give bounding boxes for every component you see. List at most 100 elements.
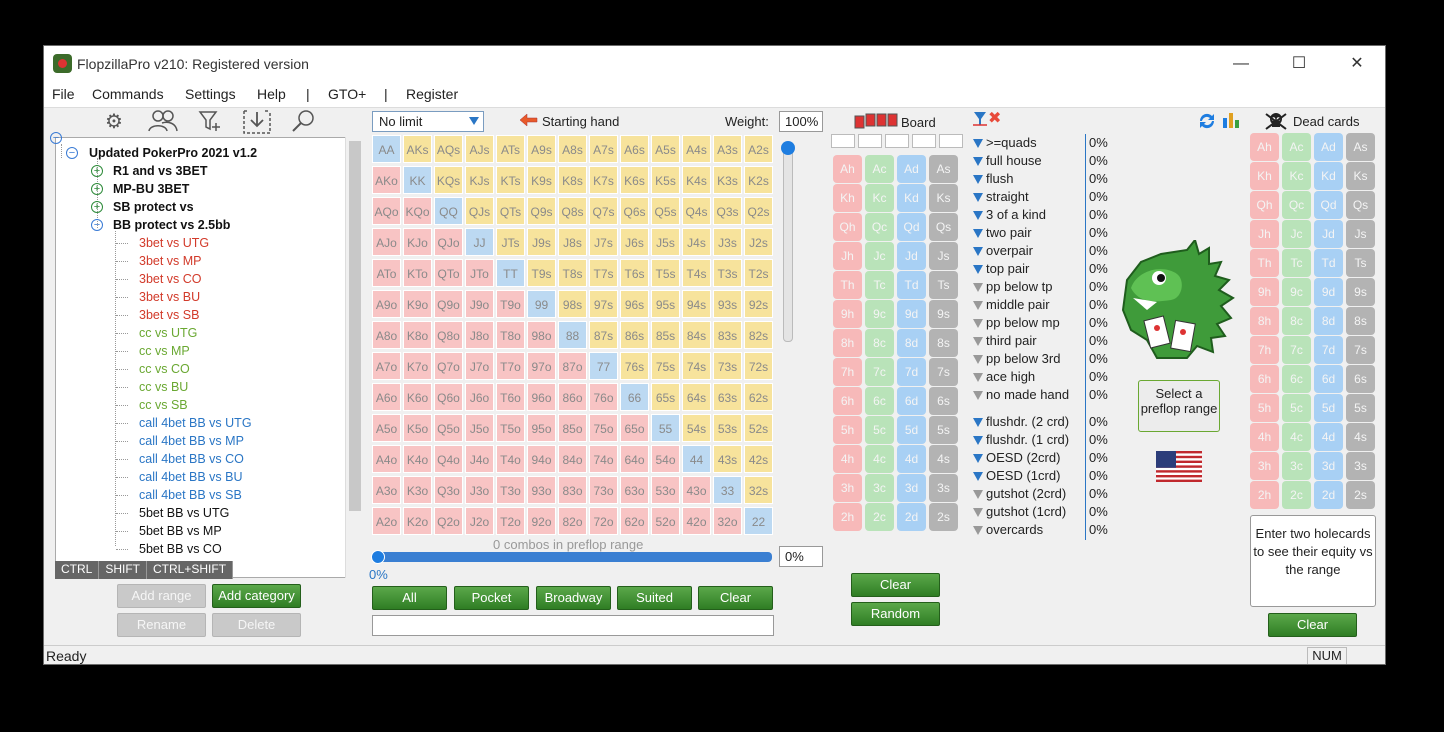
- tree-range-item[interactable]: cc vs MP: [139, 342, 190, 360]
- stat-row[interactable]: overpair: [973, 242, 1033, 260]
- hand-cell-A2s[interactable]: A2s: [744, 135, 773, 163]
- dead-card-4c[interactable]: 4c: [1282, 423, 1311, 451]
- hand-cell-84o[interactable]: 84o: [558, 445, 587, 473]
- maximize-icon[interactable]: ☐: [1287, 54, 1311, 74]
- tree-range-item[interactable]: call 4bet BB vs UTG: [139, 414, 252, 432]
- chart-icon[interactable]: [1222, 112, 1240, 133]
- board-card-5h[interactable]: 5h: [833, 416, 862, 444]
- tree-range-item[interactable]: call 4bet BB vs BU: [139, 468, 243, 486]
- hand-cell-K3o[interactable]: K3o: [403, 476, 432, 504]
- hand-cell-AQo[interactable]: AQo: [372, 197, 401, 225]
- board-card-3h[interactable]: 3h: [833, 474, 862, 502]
- dead-card-8h[interactable]: 8h: [1250, 307, 1279, 335]
- dead-card-2c[interactable]: 2c: [1282, 481, 1311, 509]
- board-card-Th[interactable]: Th: [833, 271, 862, 299]
- tree-range-item[interactable]: call 4bet BB vs CO: [139, 450, 244, 468]
- board-card-Ah[interactable]: Ah: [833, 155, 862, 183]
- tree-root-collapse-icon[interactable]: −: [66, 147, 78, 159]
- hand-cell-J4o[interactable]: J4o: [465, 445, 494, 473]
- dead-card-Jh[interactable]: Jh: [1250, 220, 1279, 248]
- tree-range-item[interactable]: 3bet vs UTG: [139, 234, 209, 252]
- board-card-2h[interactable]: 2h: [833, 503, 862, 531]
- hand-cell-JJ[interactable]: JJ: [465, 228, 494, 256]
- tree-range-item[interactable]: 3bet vs CO: [139, 270, 202, 288]
- hand-cell-T6o[interactable]: T6o: [496, 383, 525, 411]
- hand-cell-92s[interactable]: 92s: [744, 290, 773, 318]
- dead-cards-clear-button[interactable]: Clear: [1268, 613, 1357, 637]
- hand-cell-43o[interactable]: 43o: [682, 476, 711, 504]
- board-card-4h[interactable]: 4h: [833, 445, 862, 473]
- board-card-Qd[interactable]: Qd: [897, 213, 926, 241]
- tree-scrollbar[interactable]: [345, 137, 363, 578]
- filter-toggle-icon[interactable]: [973, 265, 983, 274]
- hand-cell-84s[interactable]: 84s: [682, 321, 711, 349]
- hand-cell-32o[interactable]: 32o: [713, 507, 742, 535]
- hand-cell-K7s[interactable]: K7s: [589, 166, 618, 194]
- hand-cell-97s[interactable]: 97s: [589, 290, 618, 318]
- hand-cell-KQo[interactable]: KQo: [403, 197, 432, 225]
- hand-cell-J5s[interactable]: J5s: [651, 228, 680, 256]
- stat-row[interactable]: overcards: [973, 521, 1043, 539]
- dead-card-5d[interactable]: 5d: [1314, 394, 1343, 422]
- hand-cell-J3s[interactable]: J3s: [713, 228, 742, 256]
- hand-cell-A8o[interactable]: A8o: [372, 321, 401, 349]
- menu-commands[interactable]: Commands: [92, 86, 164, 102]
- hand-cell-T9s[interactable]: T9s: [527, 259, 556, 287]
- board-card-2c[interactable]: 2c: [865, 503, 894, 531]
- hand-cell-62o[interactable]: 62o: [620, 507, 649, 535]
- dead-card-Kc[interactable]: Kc: [1282, 162, 1311, 190]
- stat-row[interactable]: two pair: [973, 224, 1032, 242]
- hand-cell-63o[interactable]: 63o: [620, 476, 649, 504]
- hand-cell-Q8o[interactable]: Q8o: [434, 321, 463, 349]
- dead-card-6s[interactable]: 6s: [1346, 365, 1375, 393]
- hand-cell-62s[interactable]: 62s: [744, 383, 773, 411]
- close-icon[interactable]: ✕: [1345, 54, 1369, 74]
- board-card-9c[interactable]: 9c: [865, 300, 894, 328]
- hand-cell-Q6o[interactable]: Q6o: [434, 383, 463, 411]
- board-card-Ac[interactable]: Ac: [865, 155, 894, 183]
- filter-toggle-icon[interactable]: [973, 175, 983, 184]
- board-card-4s[interactable]: 4s: [929, 445, 958, 473]
- filter-toggle-icon[interactable]: [973, 418, 983, 427]
- board-card-8h[interactable]: 8h: [833, 329, 862, 357]
- board-card-Qh[interactable]: Qh: [833, 213, 862, 241]
- dead-card-Ac[interactable]: Ac: [1282, 133, 1311, 161]
- players-icon[interactable]: [148, 109, 178, 135]
- hand-cell-65o[interactable]: 65o: [620, 414, 649, 442]
- dead-card-Qh[interactable]: Qh: [1250, 191, 1279, 219]
- board-slot[interactable]: [858, 134, 882, 148]
- settings-gear-icon[interactable]: ⚙: [100, 109, 128, 135]
- board-card-Ad[interactable]: Ad: [897, 155, 926, 183]
- stat-row[interactable]: gutshot (2crd): [973, 485, 1066, 503]
- board-slot[interactable]: [912, 134, 936, 148]
- stat-row[interactable]: straight: [973, 188, 1029, 206]
- board-card-3s[interactable]: 3s: [929, 474, 958, 502]
- stat-row[interactable]: >=quads: [973, 134, 1037, 152]
- weight-slider-knob[interactable]: [781, 141, 795, 155]
- delete-button[interactable]: Delete: [212, 613, 301, 637]
- hand-cell-A5s[interactable]: A5s: [651, 135, 680, 163]
- hand-cell-K6s[interactable]: K6s: [620, 166, 649, 194]
- hand-cell-KJs[interactable]: KJs: [465, 166, 494, 194]
- hand-cell-J5o[interactable]: J5o: [465, 414, 494, 442]
- hand-cell-AA[interactable]: AA: [372, 135, 401, 163]
- hand-cell-95o[interactable]: 95o: [527, 414, 556, 442]
- tree-range-item[interactable]: 3bet vs BU: [139, 288, 200, 306]
- suited-button[interactable]: Suited: [617, 586, 692, 610]
- percent-slider-knob[interactable]: [371, 550, 385, 564]
- hand-cell-K4o[interactable]: K4o: [403, 445, 432, 473]
- hand-cell-53s[interactable]: 53s: [713, 414, 742, 442]
- hand-cell-A6o[interactable]: A6o: [372, 383, 401, 411]
- dead-card-Ah[interactable]: Ah: [1250, 133, 1279, 161]
- board-card-6s[interactable]: 6s: [929, 387, 958, 415]
- percent-slider[interactable]: [371, 550, 772, 564]
- hand-cell-Q7s[interactable]: Q7s: [589, 197, 618, 225]
- stat-row[interactable]: third pair: [973, 332, 1037, 350]
- hand-cell-J4s[interactable]: J4s: [682, 228, 711, 256]
- dead-card-Qc[interactable]: Qc: [1282, 191, 1311, 219]
- stat-row[interactable]: gutshot (1crd): [973, 503, 1066, 521]
- board-random-button[interactable]: Random: [851, 602, 940, 626]
- dead-card-2s[interactable]: 2s: [1346, 481, 1375, 509]
- hand-cell-J8s[interactable]: J8s: [558, 228, 587, 256]
- dead-card-Ks[interactable]: Ks: [1346, 162, 1375, 190]
